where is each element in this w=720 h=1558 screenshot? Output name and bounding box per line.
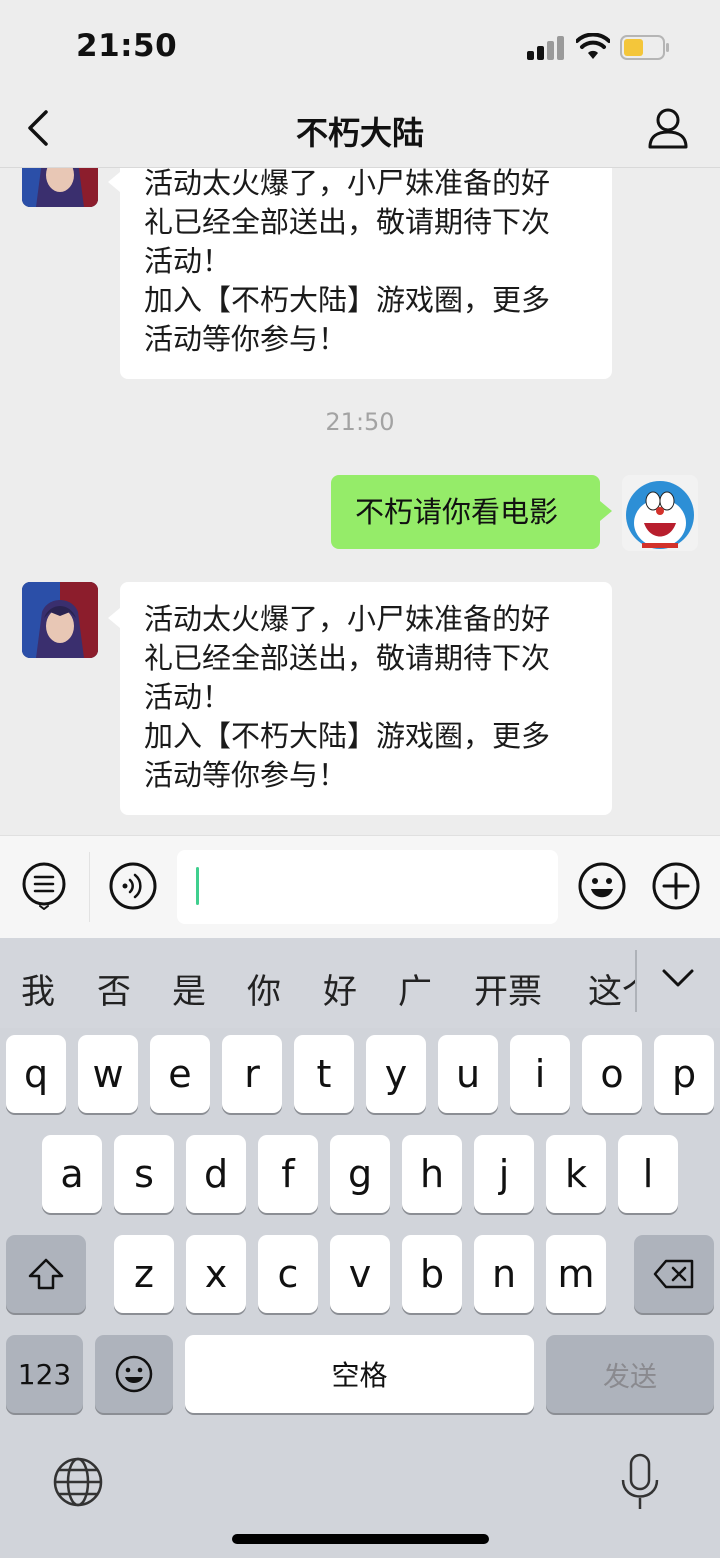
key-o[interactable]: o [582, 1035, 642, 1113]
chat-title: 不朽大陆 [295, 114, 424, 152]
message-line: 加入【不朽大陆】游戏圈，更多 [144, 283, 551, 317]
voice-icon[interactable] [109, 862, 157, 910]
shift-key[interactable] [6, 1235, 86, 1313]
plus-icon[interactable] [652, 862, 700, 910]
key-m[interactable]: m [546, 1235, 606, 1313]
candidate-word[interactable]: 是 [172, 964, 206, 1013]
key-b[interactable]: b [402, 1235, 462, 1313]
candidate-word[interactable]: 我 [21, 964, 55, 1013]
candidate-clip: 这个 [588, 938, 635, 1028]
chat-area[interactable]: 活动太火爆了，小尸妹准备的好 礼已经全部送出，敬请期待下次 活动！ 加入【不朽大… [0, 168, 720, 835]
key-s[interactable]: s [114, 1135, 174, 1213]
chat-timestamp: 21:50 [325, 408, 395, 436]
key-l[interactable]: l [618, 1135, 678, 1213]
key-i[interactable]: i [510, 1035, 570, 1113]
key-c[interactable]: c [258, 1235, 318, 1313]
signal-icon [527, 36, 565, 60]
wifi-icon [576, 33, 610, 59]
message-line: 活动等你参与！ [144, 322, 348, 356]
message-line: 活动太火爆了，小尸妹准备的好 [144, 602, 551, 636]
status-time: 21:50 [76, 28, 178, 64]
key-k[interactable]: k [546, 1135, 606, 1213]
my-avatar[interactable] [622, 475, 698, 551]
key-e[interactable]: e [150, 1035, 210, 1113]
message-line: 活动太火爆了，小尸妹准备的好 [144, 168, 551, 200]
profile-icon[interactable] [646, 106, 690, 150]
key-g[interactable]: g [330, 1135, 390, 1213]
space-key[interactable]: 空格 [185, 1335, 534, 1413]
contact-avatar[interactable] [22, 582, 98, 658]
keyboard: 我 否 是 你 好 广 开票 这个 q w e r t y u i o p a … [0, 938, 720, 1558]
mic-icon[interactable] [618, 1452, 662, 1512]
text-caret [196, 867, 199, 905]
contact-avatar[interactable] [22, 168, 98, 207]
key-u[interactable]: u [438, 1035, 498, 1113]
my-avatar-image [622, 475, 698, 551]
list-icon[interactable] [20, 862, 68, 910]
key-a[interactable]: a [42, 1135, 102, 1213]
key-p[interactable]: p [654, 1035, 714, 1113]
message-line: 礼已经全部送出，敬请期待下次 [144, 205, 551, 239]
message-line: 活动！ [144, 680, 232, 714]
candidate-word[interactable]: 这个 [588, 964, 635, 1013]
message-line: 活动等你参与！ [144, 758, 348, 792]
numbers-key[interactable]: 123 [6, 1335, 83, 1413]
key-z[interactable]: z [114, 1235, 174, 1313]
key-y[interactable]: y [366, 1035, 426, 1113]
message-line: 活动！ [144, 244, 232, 278]
key-r[interactable]: r [222, 1035, 282, 1113]
message-text: 不朽请你看电影 [355, 494, 559, 529]
home-indicator[interactable] [232, 1534, 489, 1544]
candidate-word[interactable]: 否 [97, 964, 131, 1013]
delete-key[interactable] [634, 1235, 714, 1313]
key-n[interactable]: n [474, 1235, 534, 1313]
contact-avatar-image [22, 582, 98, 658]
battery-icon [620, 35, 669, 60]
emoji-icon [115, 1355, 153, 1393]
key-t[interactable]: t [294, 1035, 354, 1113]
message-bubble-incoming[interactable]: 活动太火爆了，小尸妹准备的好 礼已经全部送出，敬请期待下次 活动！ 加入【不朽大… [108, 582, 612, 815]
message-bubble-incoming[interactable]: 活动太火爆了，小尸妹准备的好 礼已经全部送出，敬请期待下次 活动！ 加入【不朽大… [108, 168, 612, 379]
candidate-word[interactable]: 好 [323, 964, 357, 1013]
nav-bar: 不朽大陆 [0, 94, 720, 168]
message-input[interactable] [177, 850, 558, 924]
chevron-down-icon[interactable] [661, 966, 695, 992]
key-d[interactable]: d [186, 1135, 246, 1213]
emoji-icon[interactable] [578, 862, 626, 910]
delete-icon [653, 1259, 694, 1289]
contact-avatar-image [22, 168, 98, 207]
candidate-word[interactable]: 你 [247, 964, 281, 1013]
emoji-key[interactable] [95, 1335, 173, 1413]
status-bar: 21:50 [0, 0, 720, 94]
candidate-divider [635, 950, 637, 1012]
key-x[interactable]: x [186, 1235, 246, 1313]
send-key[interactable]: 发送 [546, 1335, 714, 1413]
key-j[interactable]: j [474, 1135, 534, 1213]
candidate-word[interactable]: 广 [398, 964, 432, 1013]
key-h[interactable]: h [402, 1135, 462, 1213]
input-bar [0, 835, 720, 938]
key-w[interactable]: w [78, 1035, 138, 1113]
message-line: 礼已经全部送出，敬请期待下次 [144, 641, 551, 675]
key-v[interactable]: v [330, 1235, 390, 1313]
input-divider [89, 852, 90, 922]
candidate-bar: 我 否 是 你 好 广 开票 这个 [0, 938, 720, 1028]
message-line: 加入【不朽大陆】游戏圈，更多 [144, 719, 551, 753]
candidate-word[interactable]: 开票 [474, 964, 542, 1013]
globe-icon[interactable] [52, 1456, 104, 1508]
shift-icon [28, 1258, 64, 1290]
key-q[interactable]: q [6, 1035, 66, 1113]
key-f[interactable]: f [258, 1135, 318, 1213]
message-bubble-outgoing[interactable]: 不朽请你看电影 [331, 475, 612, 549]
